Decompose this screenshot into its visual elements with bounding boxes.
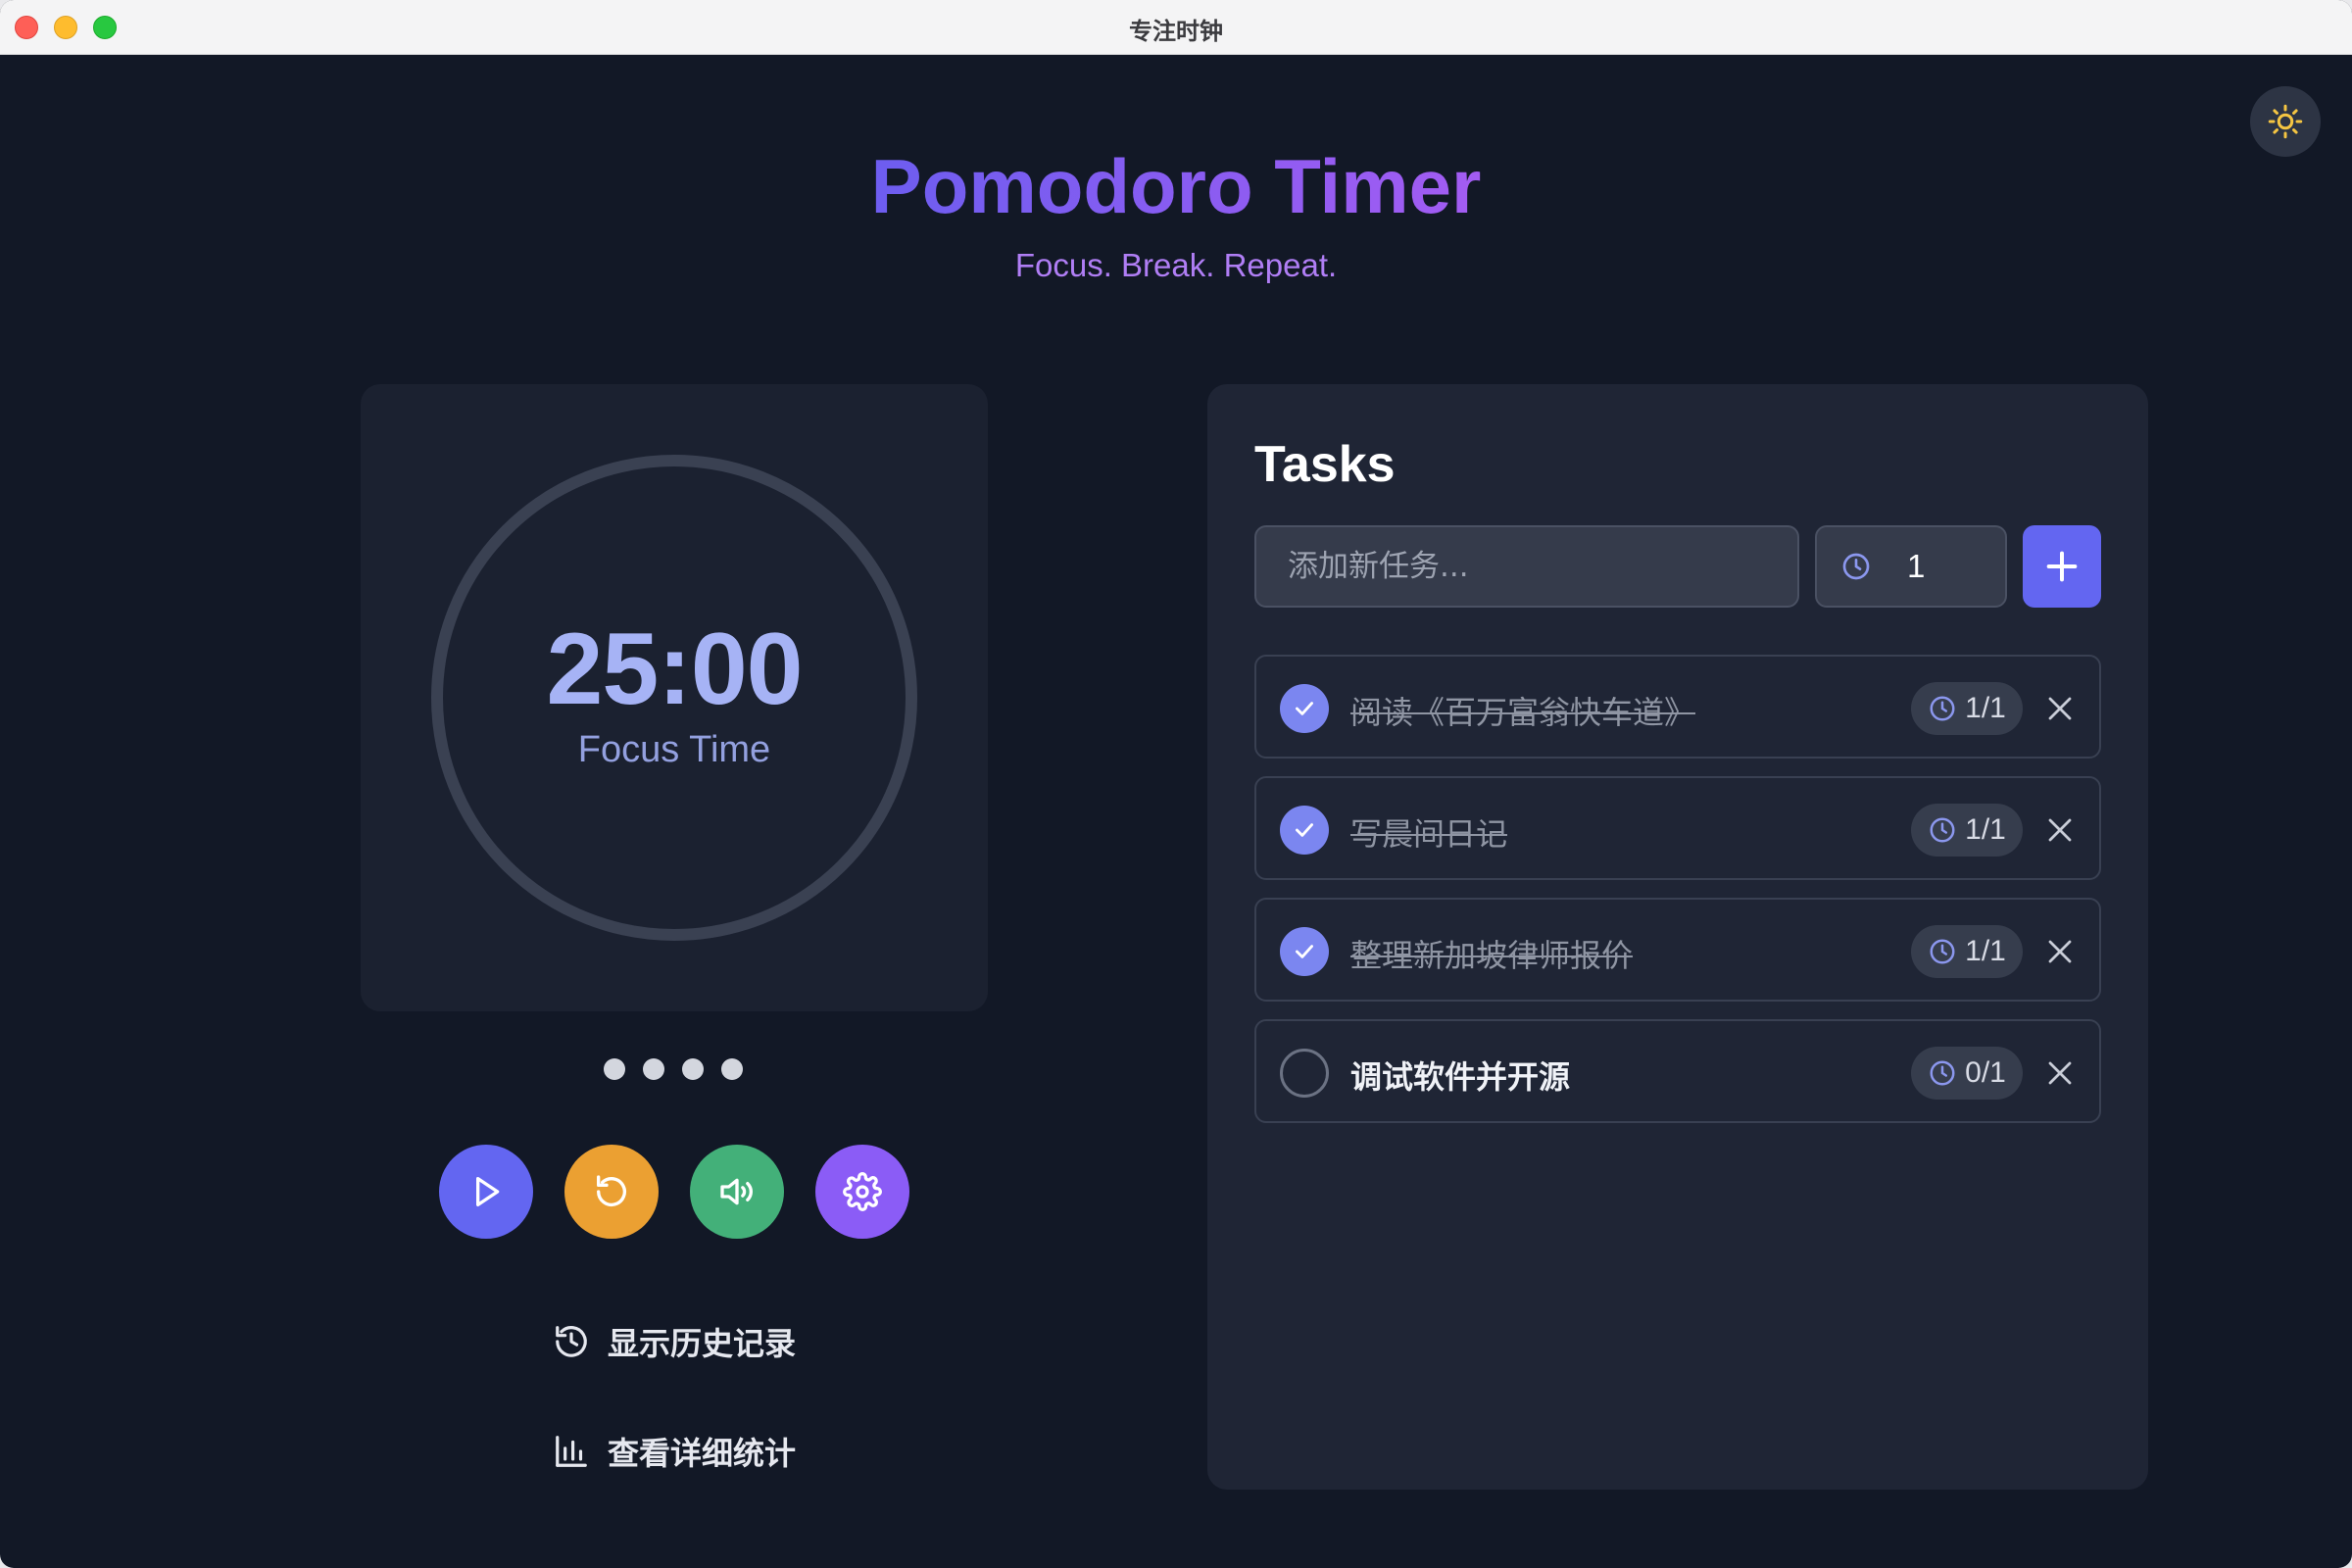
reset-button[interactable] xyxy=(564,1145,659,1239)
task-item: 整理新加坡律师报价 1/1 xyxy=(1254,898,2101,1002)
clock-icon xyxy=(1842,553,1870,580)
session-dot xyxy=(604,1058,625,1080)
task-pomodoro-badge: 1/1 xyxy=(1911,682,2023,735)
play-icon xyxy=(476,1177,500,1206)
reset-icon xyxy=(597,1175,626,1207)
show-history-link[interactable]: 显示历史记录 xyxy=(553,1319,796,1364)
session-dot xyxy=(721,1058,743,1080)
close-icon xyxy=(2048,940,2072,963)
bar-chart-icon xyxy=(556,1436,587,1467)
show-history-label: 显示历史记录 xyxy=(608,1325,797,1362)
page-title-text: Pomodoro Timer xyxy=(870,143,1482,229)
task-item: 写晨间日记 1/1 xyxy=(1254,776,2101,880)
task-label: 阅读《百万富翁快车道》 xyxy=(1350,694,1696,731)
task-item: 阅读《百万富翁快车道》 1/1 xyxy=(1254,655,2101,759)
session-indicator xyxy=(604,1058,743,1080)
app-window: 专注时钟 Pomodoro Timer Focus. Break. Repeat… xyxy=(0,0,2352,1568)
task-label: 写晨间日记 xyxy=(1350,815,1508,853)
sound-button[interactable] xyxy=(690,1145,784,1239)
session-dot xyxy=(643,1058,664,1080)
close-icon xyxy=(2048,1061,2072,1085)
volume-icon xyxy=(720,1178,753,1205)
add-task-button[interactable] xyxy=(2023,525,2101,608)
close-icon xyxy=(2048,697,2072,720)
pomodoro-count-value: 1 xyxy=(1907,548,1926,584)
timer-display: 25:00 xyxy=(546,612,804,726)
task-label: 整理新加坡律师报价 xyxy=(1350,937,1634,974)
tasks-title: Tasks xyxy=(1254,436,1396,493)
close-icon xyxy=(2048,818,2072,842)
task-checkbox[interactable] xyxy=(1280,806,1329,855)
delete-task-button[interactable] xyxy=(2040,1054,2080,1093)
window-title: 专注时钟 xyxy=(1129,18,1223,45)
checkmark-icon xyxy=(1296,823,1313,837)
task-checkbox[interactable] xyxy=(1280,1049,1329,1098)
tasks-panel: Tasks 1 阅读《百万富翁快车道》 1/1 xyxy=(1207,384,2148,1490)
timer-mode-label: Focus Time xyxy=(577,729,771,770)
task-progress: 0/1 xyxy=(1965,1056,2006,1089)
clock-icon xyxy=(1930,696,1955,721)
task-progress: 1/1 xyxy=(1965,935,2006,967)
delete-task-button[interactable] xyxy=(2040,932,2080,971)
task-progress: 1/1 xyxy=(1965,692,2006,724)
task-progress: 1/1 xyxy=(1965,813,2006,846)
clock-icon xyxy=(1930,939,1955,964)
plus-icon xyxy=(2046,551,2078,582)
gear-icon xyxy=(843,1172,882,1211)
view-stats-label: 查看详细统计 xyxy=(608,1435,797,1472)
task-label: 调试软件并开源 xyxy=(1350,1058,1571,1096)
title-bar: 专注时钟 xyxy=(0,0,2352,55)
session-dot xyxy=(682,1058,704,1080)
delete-task-button[interactable] xyxy=(2040,689,2080,728)
new-task-input[interactable] xyxy=(1254,525,1799,608)
task-pomodoro-badge: 1/1 xyxy=(1911,804,2023,857)
timer-card: 25:00 Focus Time xyxy=(361,384,988,1011)
clock-icon xyxy=(1930,1060,1955,1086)
task-list: 阅读《百万富翁快车道》 1/1 写晨间日记 1/1 整理新加坡律师报价 1/1 … xyxy=(1254,655,2101,1141)
task-checkbox[interactable] xyxy=(1280,684,1329,733)
clock-icon xyxy=(1930,817,1955,843)
settings-button[interactable] xyxy=(815,1145,909,1239)
play-button[interactable] xyxy=(439,1145,533,1239)
sun-icon xyxy=(2268,104,2303,139)
checkmark-icon xyxy=(1296,702,1313,715)
page-subtitle: Focus. Break. Repeat. xyxy=(1014,247,1338,283)
page-title: Pomodoro Timer xyxy=(0,142,2352,231)
task-checkbox[interactable] xyxy=(1280,927,1329,976)
delete-task-button[interactable] xyxy=(2040,810,2080,850)
view-stats-link[interactable]: 查看详细统计 xyxy=(553,1429,796,1474)
history-icon xyxy=(556,1326,587,1357)
task-pomodoro-badge: 1/1 xyxy=(1911,925,2023,978)
pomodoro-count-field[interactable]: 1 xyxy=(1815,525,2007,608)
checkmark-icon xyxy=(1296,945,1313,958)
task-pomodoro-badge: 0/1 xyxy=(1911,1047,2023,1100)
task-item: 调试软件并开源 0/1 xyxy=(1254,1019,2101,1123)
